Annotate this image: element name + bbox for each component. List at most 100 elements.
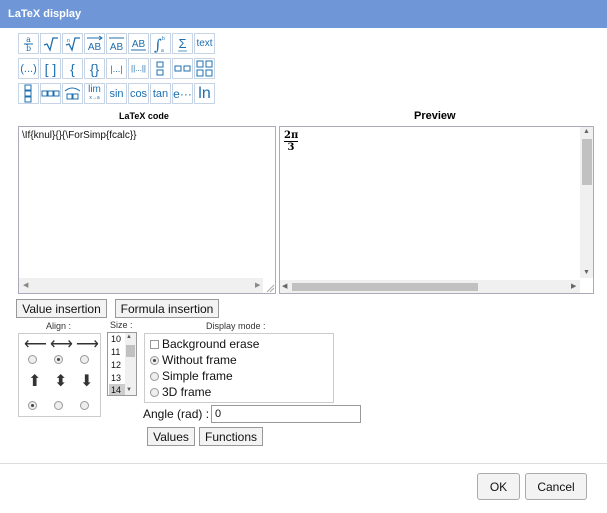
preview-horizontal-thumb[interactable] [292, 283, 478, 291]
resize-grip-icon[interactable] [264, 280, 275, 293]
without-frame-radio[interactable] [150, 356, 159, 365]
braces-button[interactable]: {} [84, 58, 105, 79]
underline-button[interactable]: AB [128, 33, 149, 54]
window-title: LaTeX display [0, 0, 607, 28]
background-erase-checkbox[interactable] [150, 340, 159, 349]
fraction-button[interactable]: ab [18, 33, 39, 54]
underline-icon: AB [131, 39, 146, 51]
size-scroll-thumb[interactable] [126, 345, 135, 357]
limit-button[interactable]: lim x→a [84, 83, 105, 104]
column-stack-icon [24, 84, 32, 103]
preview-fraction: 2π 3 [284, 130, 298, 154]
fraction-icon: ab [24, 35, 33, 52]
parentheses-button[interactable]: (...) [18, 58, 39, 79]
code-horizontal-scrollbar[interactable] [19, 278, 263, 293]
svg-text:b: b [26, 44, 31, 52]
integral-button[interactable]: ∫ b a [150, 33, 171, 54]
formula-insertion-button[interactable]: Formula insertion [115, 299, 219, 318]
overline-button[interactable]: AB [106, 33, 127, 54]
without-frame-label: Without frame [162, 353, 237, 367]
3d-frame-label: 3D frame [162, 385, 212, 399]
align-bottom-radio[interactable] [80, 401, 89, 410]
exp-button[interactable]: e··· [172, 83, 193, 104]
brackets-button[interactable]: [ ] [40, 58, 61, 79]
nth-root-icon: n [65, 37, 80, 52]
scroll-up-icon[interactable]: ▲ [126, 334, 132, 340]
limit-subscript: x→a [89, 94, 100, 101]
cos-button[interactable]: cos [128, 83, 149, 104]
scroll-right-icon[interactable]: ▶ [571, 282, 576, 290]
align-top-arrow-icon: ⬆ [28, 373, 42, 390]
functions-button[interactable]: Functions [199, 427, 263, 446]
scroll-down-icon[interactable]: ▼ [126, 387, 132, 393]
scroll-left-icon[interactable]: ◀ [23, 281, 28, 289]
latex-code-text: \If{knul}{}{\ForSimp{fcalc}} [22, 130, 137, 141]
row-stack-icon [41, 90, 60, 97]
scroll-left-icon[interactable]: ◀ [282, 282, 287, 290]
size-option[interactable]: 11 [111, 347, 120, 357]
nth-root-button[interactable]: n [62, 33, 83, 54]
size-option-selected[interactable]: 14 [111, 385, 121, 395]
svg-text:n: n [67, 38, 70, 44]
preview-label: Preview [414, 110, 456, 122]
absolute-value-button[interactable]: |...| [106, 58, 127, 79]
preview-pane: 2π 3 ▲ ▼ ◀ ▶ [279, 126, 594, 294]
size-list[interactable]: 10 11 12 13 14 ▲ ▼ [107, 332, 137, 396]
3d-frame-radio[interactable] [150, 388, 159, 397]
tan-button[interactable]: tan [150, 83, 171, 104]
sqrt-button[interactable] [40, 33, 61, 54]
size-option[interactable]: 13 [111, 373, 121, 383]
svg-text:Σ: Σ [178, 36, 186, 51]
svg-text:b: b [162, 36, 165, 42]
matrix-icon [196, 60, 213, 77]
ok-button[interactable]: OK [477, 473, 520, 500]
column-vector-button[interactable] [150, 58, 171, 79]
preview-denominator: 3 [287, 142, 295, 153]
cancel-button[interactable]: Cancel [525, 473, 587, 500]
align-left-arrow-icon: ⟵ [24, 336, 47, 353]
left-brace-button[interactable]: { [62, 58, 83, 79]
sqrt-icon [43, 37, 58, 52]
limit-label: lim [88, 83, 101, 95]
preview-numerator: 2π [284, 130, 299, 142]
overbrace-button[interactable] [62, 83, 83, 104]
dialog-content: ab n AB AB AB ∫ b a Σ text (...) [ ] { {} … [0, 28, 607, 513]
align-left-radio[interactable] [28, 355, 37, 364]
matrix-button[interactable] [194, 58, 215, 79]
preview-vertical-thumb[interactable] [582, 139, 592, 185]
row-vector-icon [174, 65, 191, 72]
scroll-down-icon[interactable]: ▼ [583, 269, 590, 276]
integral-icon: ∫ ba [154, 36, 165, 53]
text-button[interactable]: text [194, 33, 215, 54]
svg-text:a: a [161, 48, 164, 53]
column-stack-button[interactable] [18, 83, 39, 104]
angle-input[interactable]: 0 [211, 405, 361, 423]
background-erase-label: Background erase [162, 337, 260, 351]
overbrace-icon [64, 87, 81, 100]
ln-button[interactable]: ln [194, 83, 215, 104]
align-right-arrow-icon: ⟶ [76, 336, 99, 353]
size-option[interactable]: 12 [111, 360, 121, 370]
norm-button[interactable]: ||...|| [128, 58, 149, 79]
latex-code-editor[interactable]: \If{knul}{}{\ForSimp{fcalc}} ◀ ▶ [18, 126, 276, 294]
align-right-radio[interactable] [80, 355, 89, 364]
svg-text:a: a [26, 35, 31, 44]
simple-frame-label: Simple frame [162, 369, 233, 383]
sin-button[interactable]: sin [106, 83, 127, 104]
align-label: Align : [46, 321, 72, 331]
scroll-right-icon[interactable]: ▶ [255, 281, 260, 289]
sum-button[interactable]: Σ [172, 33, 193, 54]
vector-button[interactable]: AB [84, 33, 105, 54]
align-middle-radio[interactable] [54, 401, 63, 410]
values-button[interactable]: Values [147, 427, 195, 446]
size-scrollbar[interactable] [125, 333, 136, 395]
value-insertion-button[interactable]: Value insertion [16, 299, 107, 318]
row-stack-button[interactable] [40, 83, 61, 104]
size-option[interactable]: 10 [111, 334, 121, 344]
align-center-radio[interactable] [54, 355, 63, 364]
scroll-up-icon[interactable]: ▲ [583, 128, 590, 135]
align-bottom-arrow-icon: ⬇ [80, 373, 94, 390]
simple-frame-radio[interactable] [150, 372, 159, 381]
row-vector-button[interactable] [172, 58, 193, 79]
align-top-radio[interactable] [28, 401, 37, 410]
